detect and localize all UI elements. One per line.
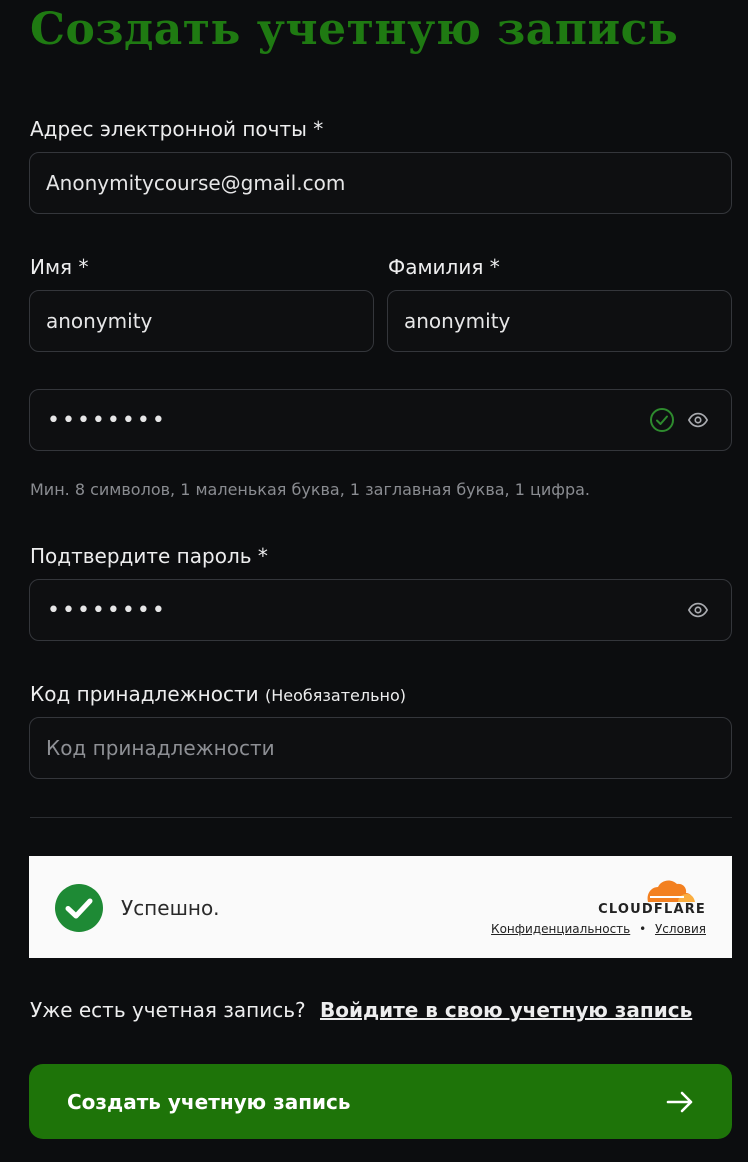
confirm-password-label: Подтвердите пароль *	[30, 544, 268, 568]
signin-row: Уже есть учетная запись? Войдите в свою …	[30, 998, 692, 1022]
confirm-password-value: ••••••••	[47, 597, 167, 623]
affiliation-label: Код принадлежности (Необязательно)	[30, 682, 406, 706]
affiliation-label-text: Код принадлежности	[30, 682, 259, 706]
email-field[interactable]	[30, 153, 731, 213]
affiliation-code-field[interactable]	[30, 718, 731, 778]
create-account-button[interactable]: Создать учетную запись	[29, 1064, 732, 1139]
cloudflare-brand: CLOUDFLARE	[598, 902, 706, 917]
captcha-status: Успешно.	[121, 896, 220, 920]
signin-prompt: Уже есть учетная запись?	[30, 998, 306, 1022]
password-field[interactable]: ••••••••	[29, 389, 732, 451]
page-title: Создать учетную запись	[30, 4, 679, 55]
affiliation-optional-note: (Необязательно)	[264, 686, 407, 705]
check-circle-icon	[649, 407, 675, 433]
first-name-label: Имя *	[30, 255, 89, 279]
eye-icon[interactable]	[687, 409, 709, 431]
email-label: Адрес электронной почты *	[30, 117, 324, 141]
last-name-label: Фамилия *	[388, 255, 500, 279]
cloudflare-captcha: Успешно. CLOUDFLARE Конфиденциальность •…	[29, 856, 732, 958]
confirm-password-field[interactable]: ••••••••	[29, 579, 732, 641]
password-value: ••••••••	[47, 407, 167, 433]
password-hint: Мин. 8 символов, 1 маленькая буква, 1 за…	[30, 480, 590, 499]
eye-icon[interactable]	[687, 599, 709, 621]
last-name-field-wrapper	[387, 290, 732, 352]
terms-link[interactable]: Условия	[655, 922, 706, 936]
first-name-field[interactable]	[30, 291, 373, 351]
divider	[30, 817, 732, 818]
signin-link[interactable]: Войдите в свою учетную запись	[320, 998, 692, 1022]
privacy-link[interactable]: Конфиденциальность	[491, 922, 630, 936]
affiliation-field-wrapper	[29, 717, 732, 779]
first-name-field-wrapper	[29, 290, 374, 352]
create-account-label: Создать учетную запись	[67, 1089, 351, 1114]
captcha-links: Конфиденциальность • Условия	[491, 922, 706, 936]
last-name-field[interactable]	[388, 291, 731, 351]
success-check-icon	[55, 884, 103, 932]
signup-page: Создать учетную запись Адрес электронной…	[0, 0, 748, 1162]
link-separator: •	[639, 922, 647, 936]
email-field-wrapper	[29, 152, 732, 214]
arrow-right-icon	[666, 1091, 694, 1113]
